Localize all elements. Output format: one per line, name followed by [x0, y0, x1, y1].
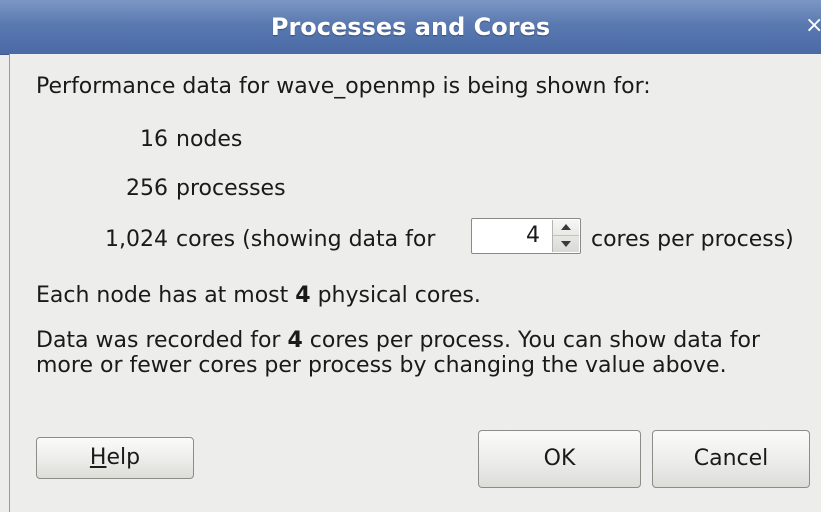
- cancel-button[interactable]: Cancel: [652, 430, 810, 488]
- cores-label-before: cores (showing data for: [176, 227, 436, 252]
- title-bar[interactable]: Processes and Cores ×: [0, 0, 821, 55]
- dialog-title: Processes and Cores: [270, 13, 551, 41]
- arrow-up-icon: [561, 224, 571, 230]
- arrow-down-icon: [561, 241, 571, 247]
- physical-cores-after: physical cores.: [317, 283, 481, 308]
- processes-count: 256: [126, 176, 168, 201]
- nodes-count: 16: [140, 127, 168, 152]
- dialog-body: Performance data for wave_openmp is bein…: [9, 54, 821, 512]
- help-button[interactable]: Help: [36, 437, 194, 479]
- physical-cores-text: Each node has at most 4 physical cores.: [36, 283, 481, 309]
- recorded-text: Data was recorded for 4 cores per proces…: [36, 328, 796, 378]
- ok-button[interactable]: OK: [478, 430, 641, 488]
- physical-cores-before: Each node has at most: [36, 283, 289, 308]
- cores-label-after: cores per process): [591, 227, 794, 252]
- intro-text: Performance data for wave_openmp is bein…: [36, 74, 651, 99]
- close-icon[interactable]: ×: [805, 12, 821, 40]
- processes-label: processes: [176, 176, 286, 201]
- recorded-value: 4: [287, 328, 303, 353]
- increment-button[interactable]: [553, 220, 579, 236]
- spinbox-buttons: [552, 220, 579, 252]
- spinbox-value[interactable]: 4: [526, 219, 540, 253]
- physical-cores-value: 4: [295, 283, 311, 308]
- cores-count: 1,024: [105, 227, 168, 252]
- decrement-button[interactable]: [553, 236, 579, 252]
- cores-per-process-spinbox[interactable]: 4: [471, 218, 581, 254]
- help-mnemonic: H: [89, 445, 107, 470]
- help-label-rest: elp: [106, 445, 141, 470]
- nodes-label: nodes: [176, 127, 243, 152]
- recorded-before: Data was recorded for: [36, 328, 281, 353]
